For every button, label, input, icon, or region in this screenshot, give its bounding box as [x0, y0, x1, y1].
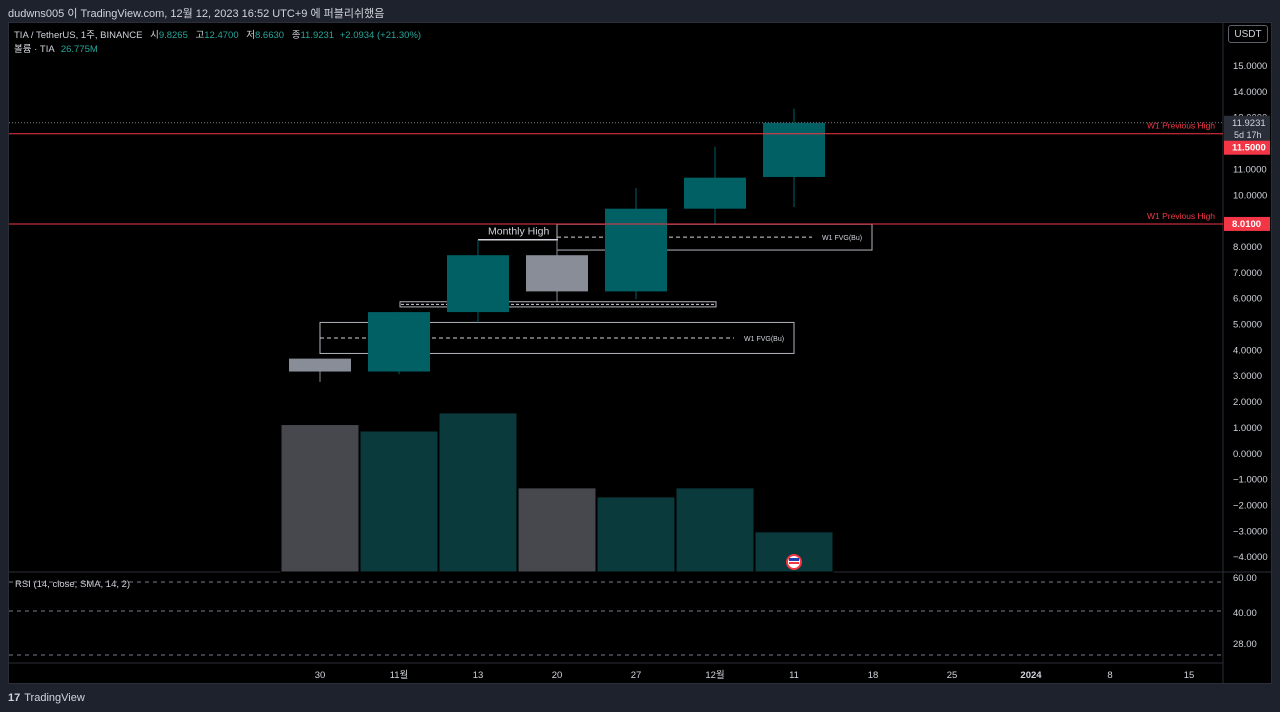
- candle-body[interactable]: [684, 177, 746, 209]
- price-axis-label: 1.0000: [1233, 423, 1262, 434]
- price-axis-label: −3.0000: [1233, 526, 1268, 537]
- volume-label: 볼륨 · TIA: [14, 44, 55, 55]
- volume-bar: [359, 430, 439, 573]
- volume-value: 26.775M: [60, 44, 98, 55]
- time-axis-label: 30: [315, 670, 326, 681]
- chart-frame[interactable]: 15.000014.000013.000012.000011.000010.00…: [8, 22, 1272, 684]
- volume-bar: [438, 412, 518, 573]
- time-axis-label: 12월: [705, 669, 724, 681]
- fvg-label: W1 FVG(Bu): [822, 235, 862, 242]
- volume-bar: [517, 487, 597, 573]
- us-flag-icon: [789, 558, 799, 561]
- candle-body[interactable]: [368, 312, 430, 372]
- time-axis-label: 18: [868, 670, 879, 681]
- candle-body[interactable]: [526, 255, 588, 292]
- price-axis-label: −2.0000: [1233, 500, 1268, 511]
- volume-bar: [596, 496, 676, 573]
- time-axis-label: 8: [1107, 670, 1112, 681]
- price-axis-label: 2.0000: [1233, 397, 1262, 408]
- window-title-bar: dudwns005 이 TradingView.com, 12월 12, 202…: [0, 0, 1280, 22]
- low-value: 8.6630: [255, 30, 285, 41]
- time-axis-label: 2024: [1020, 670, 1042, 681]
- footer-brand-text: TradingView: [24, 692, 85, 704]
- rsi-axis-label: 28.00: [1233, 639, 1257, 650]
- candle-body[interactable]: [447, 255, 509, 313]
- price-axis-label: 5.0000: [1233, 320, 1262, 331]
- high-label: 고: [195, 30, 205, 41]
- candle-body[interactable]: [763, 122, 825, 177]
- change-value: +2.0934 (+21.30%): [339, 30, 422, 41]
- high-value: 12.4700: [204, 30, 239, 41]
- price-axis-label: 3.0000: [1233, 371, 1262, 382]
- volume-legend: 볼륨 · TIA 26.775M: [14, 41, 98, 55]
- open-label: 시: [150, 30, 159, 41]
- time-axis-label: 11: [789, 670, 799, 681]
- volume-bar: [280, 424, 360, 573]
- symbol-legend: TIA / TetherUS, 1주, BINANCE 시9.8265 고12.…: [14, 27, 421, 41]
- candle-body[interactable]: [605, 208, 667, 292]
- price-chart[interactable]: 15.000014.000013.000012.000011.000010.00…: [9, 23, 1271, 683]
- candle-body[interactable]: [289, 358, 351, 372]
- level-tag-low-value: 8.0100: [1232, 219, 1261, 230]
- w1-previous-high-label: W1 Previous High: [1147, 211, 1215, 221]
- price-axis-label: 4.0000: [1233, 345, 1262, 356]
- price-axis-label: 11.0000: [1233, 164, 1267, 175]
- footer-brand[interactable]: 17 TradingView: [8, 692, 85, 704]
- price-axis-label: 7.0000: [1233, 268, 1262, 279]
- level-tag-high-value: 11.5000: [1232, 143, 1266, 154]
- symbol-name: TIA / TetherUS, 1주, BINANCE: [14, 30, 143, 41]
- open-value: 9.8265: [158, 30, 188, 41]
- window-title: dudwns005 이 TradingView.com, 12월 12, 202…: [8, 8, 385, 20]
- w1-previous-high-label: W1 Previous High: [1147, 121, 1215, 131]
- rsi-label: RSI (14, close, SMA, 14, 2): [15, 579, 130, 590]
- countdown-value: 5d 17h: [1234, 130, 1262, 140]
- volume-bar: [675, 487, 755, 573]
- close-value: 11.9231: [300, 30, 335, 41]
- time-axis-label: 25: [947, 670, 958, 681]
- time-axis-label: 27: [631, 670, 642, 681]
- price-axis-label: −1.0000: [1233, 475, 1268, 486]
- time-axis-label: 20: [552, 670, 563, 681]
- time-axis-label: 15: [1184, 670, 1195, 681]
- price-axis-label: 15.0000: [1233, 61, 1267, 72]
- us-flag-icon: [789, 562, 799, 564]
- last-price-value: 11.9231: [1232, 118, 1266, 129]
- rsi-axis-label: 40.00: [1233, 608, 1257, 619]
- time-axis-label: 13: [473, 670, 484, 681]
- rsi-axis-label: 60.00: [1233, 573, 1257, 584]
- price-axis-label: 14.0000: [1233, 87, 1267, 98]
- low-label: 저: [246, 30, 255, 41]
- price-axis-label: 10.0000: [1233, 190, 1267, 201]
- price-axis-label: −4.0000: [1233, 552, 1268, 563]
- tradingview-logo-icon: 17: [8, 692, 21, 704]
- price-axis-label: 0.0000: [1233, 449, 1262, 460]
- price-axis-label: 8.0000: [1233, 242, 1262, 253]
- currency-button[interactable]: USDT: [1228, 25, 1268, 43]
- price-axis-label: 6.0000: [1233, 294, 1262, 305]
- time-axis-label: 11월: [390, 669, 409, 681]
- fvg-label: W1 FVG(Bu): [744, 336, 784, 343]
- monthly-high-label: Monthly High: [488, 226, 549, 238]
